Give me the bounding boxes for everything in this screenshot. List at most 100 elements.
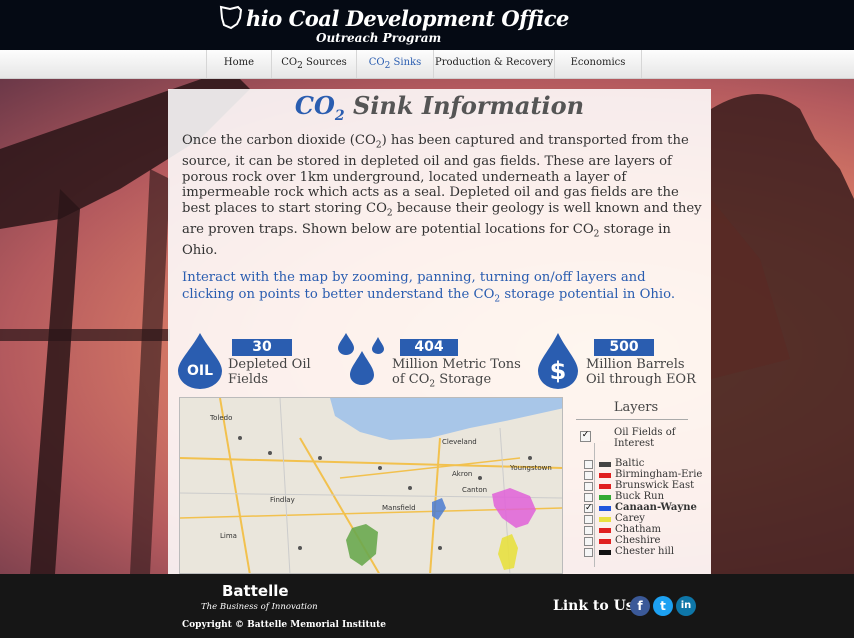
page-title-sub: 2 xyxy=(334,107,345,124)
nav-co2-sinks-label: CO xyxy=(368,57,385,68)
ohio-state-outline-icon xyxy=(219,5,243,30)
nav-home-label: Home xyxy=(223,57,255,68)
stat-oil-fields: OIL 30 Depleted Oil Fields xyxy=(176,333,326,399)
nav-production-recovery-label: Production & Recovery xyxy=(435,57,553,68)
dollar-drop-icon-text: $ xyxy=(550,357,567,385)
stat-storage-value: 404 xyxy=(400,339,458,356)
stat-eor-value: 500 xyxy=(594,339,654,356)
linkedin-icon[interactable]: in xyxy=(676,596,696,616)
layer-swatch xyxy=(599,473,611,478)
layer-checkbox[interactable]: ✓ xyxy=(584,504,593,513)
intro-text-1: Once the carbon dioxide (CO xyxy=(182,133,376,148)
link-to-us-label: Link to Us: xyxy=(553,598,639,614)
site-footer: Battelle The Business of Innovation Copy… xyxy=(0,574,854,638)
nav-production-recovery[interactable]: Production & Recovery xyxy=(433,50,554,78)
layer-label: Baltic xyxy=(615,458,645,469)
stat-oil-fields-label-2: Fields xyxy=(228,372,269,387)
nav-co2-sources-label: CO xyxy=(281,57,298,68)
layer-checkbox[interactable] xyxy=(584,493,593,502)
stat-storage-label-2: of CO2 Storage xyxy=(392,372,491,393)
layer-group-label-2: Interest xyxy=(614,438,655,449)
layer-swatch xyxy=(599,462,611,467)
logo-subtitle: Outreach Program xyxy=(316,31,442,45)
map-city-toledo: Toledo xyxy=(209,414,232,422)
layer-label: Chatham xyxy=(615,524,661,535)
layer-swatch xyxy=(599,495,611,500)
nav-co2-sinks[interactable]: CO2 Sinks xyxy=(356,50,433,78)
layer-swatch xyxy=(599,506,611,511)
layer-label: Carey xyxy=(615,513,645,524)
layer-label: Chester hill xyxy=(615,546,675,557)
twitter-icon[interactable]: t xyxy=(653,596,673,616)
map-city-canton: Canton xyxy=(462,486,487,494)
layer-group-checkbox[interactable]: ✓ xyxy=(580,431,591,442)
logo-title: hio Coal Development Office xyxy=(246,6,569,31)
stat-eor-label-2: Oil through EOR xyxy=(586,372,696,387)
stat-storage-label-2a: of CO xyxy=(392,372,430,387)
layer-swatch xyxy=(599,539,611,544)
nav-co2-sources[interactable]: CO2 Sources xyxy=(271,50,356,78)
layer-label: Birmingham-Erie xyxy=(615,469,703,480)
layer-checkbox[interactable] xyxy=(584,548,593,557)
dollar-drop-icon: $ xyxy=(538,333,578,389)
map-city-mansfield: Mansfield xyxy=(382,504,416,512)
page-title-rest: Sink Information xyxy=(344,91,585,120)
layer-swatch xyxy=(599,484,611,489)
map-city-lima: Lima xyxy=(220,532,237,540)
content-panel: CO2 Sink Information Once the carbon dio… xyxy=(168,89,711,574)
nav-co2-sinks-rest: Sinks xyxy=(390,57,422,68)
map-city-cleveland: Cleveland xyxy=(442,438,477,446)
stat-oil-fields-label-1: Depleted Oil xyxy=(228,357,311,372)
battelle-tagline: The Business of Innovation xyxy=(201,602,318,612)
stat-storage: 404 Million Metric Tons of CO2 Storage xyxy=(336,333,526,399)
interact-instructions: Interact with the map by zooming, pannin… xyxy=(182,269,702,309)
oil-drop-icon: OIL xyxy=(178,333,222,389)
stat-storage-label-2b: Storage xyxy=(435,372,492,387)
layer-label: Buck Run xyxy=(615,491,665,502)
stat-eor: $ 500 Million Barrels Oil through EOR xyxy=(536,333,706,399)
site-header: hio Coal Development Office Outreach Pro… xyxy=(0,0,854,50)
page-title: CO2 Sink Information xyxy=(168,91,711,124)
battelle-logo[interactable]: Battelle xyxy=(222,582,289,600)
facebook-icon[interactable]: f xyxy=(630,596,650,616)
copyright-text: Copyright © Battelle Memorial Institute xyxy=(182,620,387,630)
interactive-map[interactable]: Cleveland Akron Canton Mansfield Findlay… xyxy=(179,397,563,574)
map-city-findlay: Findlay xyxy=(270,496,295,504)
map-canvas[interactable]: Cleveland Akron Canton Mansfield Findlay… xyxy=(180,398,563,574)
layer-label: Brunswick East xyxy=(615,480,695,491)
layer-group-label-1: Oil Fields of xyxy=(614,427,676,438)
logo-title-text: Coal Development Office xyxy=(281,6,570,31)
water-drops-icon xyxy=(338,333,384,385)
nav-home[interactable]: Home xyxy=(206,50,271,78)
background-scene: CO2 Sink Information Once the carbon dio… xyxy=(0,79,854,574)
layer-swatch xyxy=(599,528,611,533)
layer-checkbox[interactable] xyxy=(584,471,593,480)
nav-economics-label: Economics xyxy=(570,57,626,68)
layers-panel: Layers ✓ Oil Fields of Interest Baltic B… xyxy=(566,397,711,574)
nav-co2-sources-rest: Sources xyxy=(302,57,347,68)
oil-drop-icon-text: OIL xyxy=(187,363,213,379)
page-title-co: CO xyxy=(294,91,335,120)
layers-divider xyxy=(576,419,688,420)
layer-swatch xyxy=(599,517,611,522)
map-city-akron: Akron xyxy=(452,470,472,478)
layers-title: Layers xyxy=(613,400,659,415)
layer-label: Cheshire xyxy=(615,535,661,546)
nav-economics[interactable]: Economics xyxy=(554,50,642,78)
interact-text-2: storage potential in Ohio. xyxy=(500,287,676,302)
layer-label: Canaan-Wayne xyxy=(615,502,697,513)
layer-swatch xyxy=(599,550,611,555)
layer-checkbox[interactable] xyxy=(584,482,593,491)
intro-paragraph: Once the carbon dioxide (CO2) has been c… xyxy=(182,133,702,258)
layer-tree-line xyxy=(594,443,595,567)
stat-eor-label-1: Million Barrels xyxy=(586,357,685,372)
layer-checkbox[interactable] xyxy=(584,515,593,524)
map-city-youngstown: Youngstown xyxy=(509,464,552,472)
stat-oil-fields-value: 30 xyxy=(232,339,292,356)
layer-checkbox[interactable] xyxy=(584,460,593,469)
logo-prefix: hio xyxy=(246,6,282,31)
layer-checkbox[interactable] xyxy=(584,526,593,535)
layer-checkbox[interactable] xyxy=(584,537,593,546)
layer-group-label: Oil Fields of Interest xyxy=(614,427,675,449)
stat-storage-label-1: Million Metric Tons xyxy=(392,357,521,372)
